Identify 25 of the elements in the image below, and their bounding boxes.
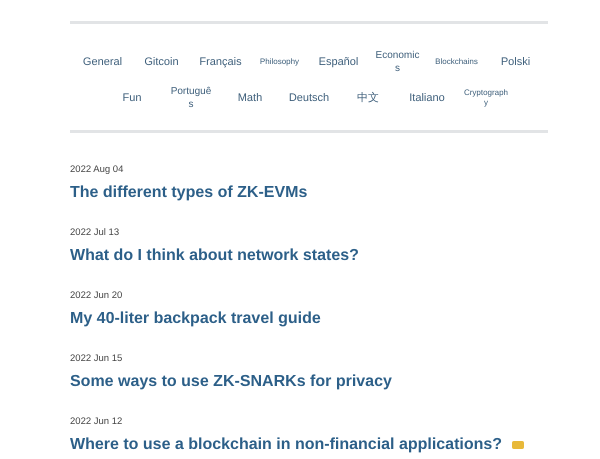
category-link[interactable]: Polski bbox=[486, 48, 545, 76]
post-date: 2022 Aug 04 bbox=[70, 164, 124, 175]
category-link[interactable]: Français bbox=[191, 48, 250, 76]
post-title-link[interactable]: The different types of ZK-EVMs bbox=[70, 184, 308, 202]
category-link[interactable]: Economics bbox=[368, 48, 427, 76]
post-date: 2022 Jul 13 bbox=[70, 227, 120, 238]
category-link[interactable]: Português bbox=[162, 84, 220, 112]
category-link[interactable]: Italiano bbox=[398, 84, 456, 112]
post-date: 2022 Jun 12 bbox=[70, 416, 124, 427]
category-link[interactable]: Cryptography bbox=[456, 84, 516, 112]
category-link[interactable]: Gitcoin bbox=[132, 48, 191, 76]
category-link[interactable]: Español bbox=[309, 48, 368, 76]
post-date: 2022 Jun 15 bbox=[70, 353, 124, 364]
category-link[interactable]: Math bbox=[220, 84, 280, 112]
post-date: 2022 Jun 20 bbox=[70, 290, 124, 301]
post-title-link[interactable]: What do I think about network states? bbox=[70, 247, 359, 266]
post-title-link[interactable]: My 40-liter backpack travel guide bbox=[70, 310, 321, 328]
category-link[interactable]: Blockchains bbox=[427, 48, 486, 76]
post-title-link[interactable]: Some ways to use ZK-SNARKs for privacy bbox=[70, 373, 392, 392]
post-title-link[interactable]: Where to use a blockchain in non-financial applications? bbox=[70, 436, 502, 454]
category-link[interactable]: 中文 bbox=[338, 84, 398, 112]
category-link[interactable]: Deutsch bbox=[280, 84, 338, 112]
category-link[interactable]: General bbox=[73, 48, 132, 76]
category-link[interactable]: Fun bbox=[102, 84, 162, 112]
category-link[interactable]: Philosophy bbox=[250, 48, 309, 76]
